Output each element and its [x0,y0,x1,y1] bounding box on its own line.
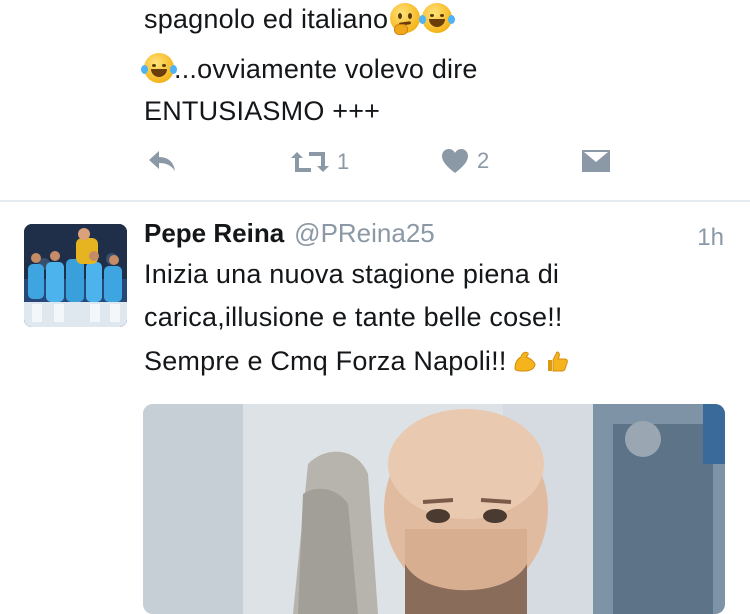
retweet-icon [291,152,329,172]
tweet-text-line-3: Sempre e Cmq Forza Napoli!! [144,340,573,382]
previous-tweet-line-1: spagnolo ed italiano [144,0,456,40]
reply-icon [149,151,175,171]
like-count: 2 [477,148,490,173]
tweet-divider [0,200,750,202]
retweet-button[interactable]: 1 [289,148,349,176]
tears-of-joy-emoji [419,3,456,33]
tweet-text-line-1: Inizia una nuova stagione piena di [144,259,560,289]
reply-button[interactable] [146,148,178,174]
retweet-count: 1 [337,149,350,174]
author-handle[interactable]: @PReina25 [294,218,435,249]
thumbs-up-emoji [543,345,573,375]
avatar[interactable] [24,224,127,327]
like-button[interactable]: 2 [441,148,489,174]
tweet-actions: 1 2 [0,142,750,182]
tears-of-joy-emoji [141,53,177,83]
direct-message-button[interactable] [581,148,611,174]
tweet-text-line-2: carica,illusione e tante belle cose!! [144,302,563,332]
thinking-face-emoji [390,3,421,35]
previous-tweet-line-2: ...ovviamente volevo dire [141,48,478,90]
flexed-biceps-emoji [511,345,541,375]
author-name[interactable]: Pepe Reina [144,218,284,249]
tweet-header: Pepe Reina @PReina25 [144,218,435,258]
tweet-photo[interactable] [143,404,725,614]
tweet-timestamp[interactable]: 1h [697,224,724,252]
previous-tweet-line-3: ENTUSIASMO +++ [144,96,381,126]
heart-icon [442,149,468,173]
direct-message-icon [582,150,610,172]
